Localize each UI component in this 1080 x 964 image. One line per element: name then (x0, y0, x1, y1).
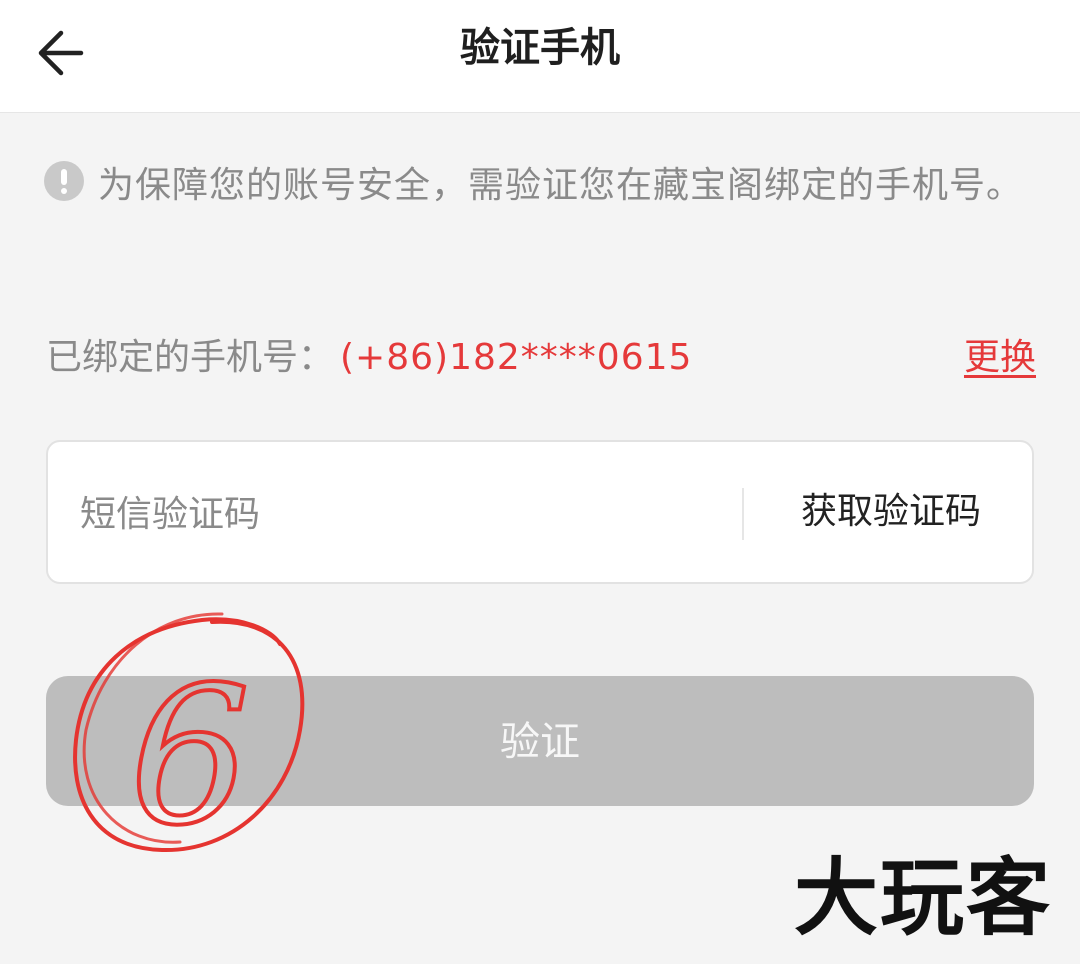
sms-code-input[interactable] (78, 468, 722, 560)
page-title: 验证手机 (460, 25, 620, 71)
get-code-button[interactable]: 获取验证码 (748, 442, 1034, 582)
verify-button[interactable]: 验证 (46, 676, 1034, 806)
change-phone-link[interactable]: 更换 (964, 326, 1036, 390)
bound-phone-label: 已绑定的手机号： (46, 337, 335, 378)
bound-phone-row: 已绑定的手机号： (+86)182****0615 更换 (46, 326, 1036, 390)
bound-phone-number: (+86)182****0615 (340, 337, 693, 378)
security-notice: 为保障您的账号安全，需验证您在藏宝阁绑定的手机号。 (44, 148, 1034, 224)
watermark-logo: 大玩客 (793, 849, 1052, 947)
exclamation-circle-icon (44, 161, 84, 201)
notice-text: 为保障您的账号安全，需验证您在藏宝阁绑定的手机号。 (98, 165, 1024, 206)
top-bar: 验证手机 (0, 0, 1080, 113)
sms-code-box: 获取验证码 (46, 440, 1034, 584)
field-divider (742, 488, 744, 540)
